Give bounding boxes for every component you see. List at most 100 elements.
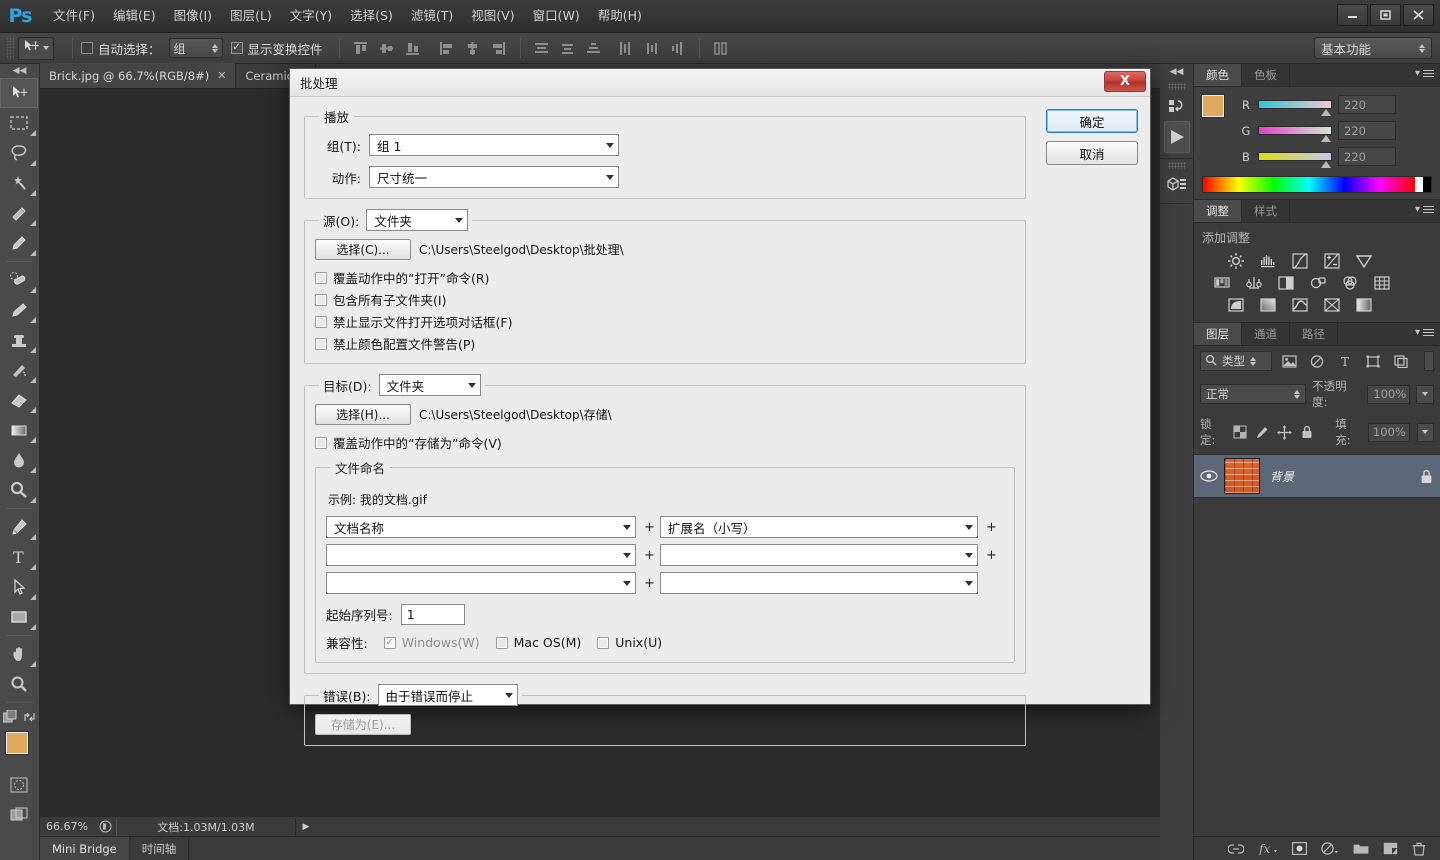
tab-color[interactable]: 颜色 xyxy=(1194,64,1242,86)
naming-dropdown-2a[interactable] xyxy=(326,544,636,566)
black-white-icon[interactable] xyxy=(1272,272,1300,294)
rail-grip[interactable] xyxy=(1168,83,1186,90)
filter-pixel-layers-icon[interactable] xyxy=(1278,351,1300,371)
eraser-tool[interactable] xyxy=(0,385,38,415)
color-panel-swatches[interactable] xyxy=(1201,94,1237,130)
exposure-icon[interactable] xyxy=(1318,250,1346,272)
align-bottom-edges-icon[interactable] xyxy=(400,37,426,59)
posterize-icon[interactable] xyxy=(1254,294,1282,316)
compat-checkbox-macos[interactable]: Mac OS(M) xyxy=(495,635,581,650)
menu-view[interactable]: 视图(V) xyxy=(462,4,523,28)
status-expand-icon[interactable]: ▶ xyxy=(296,822,316,832)
checkbox[interactable] xyxy=(315,293,327,306)
blend-mode-dropdown[interactable]: 正常 xyxy=(1200,384,1307,404)
checkbox[interactable] xyxy=(597,636,610,649)
rail-collapse-icon[interactable]: ◀◀ xyxy=(1160,64,1193,80)
action-dropdown[interactable]: 尺寸统一 xyxy=(369,166,619,188)
delete-icon[interactable] xyxy=(1412,842,1426,856)
foreground-color-swatch[interactable] xyxy=(5,731,29,755)
cancel-button[interactable]: 取消 xyxy=(1046,141,1138,165)
set-dropdown[interactable]: 组 1 xyxy=(369,134,619,156)
close-icon[interactable] xyxy=(1403,4,1434,26)
serial-input[interactable]: 1 xyxy=(400,604,465,625)
levels-icon[interactable] xyxy=(1254,250,1282,272)
dialog-close-button[interactable]: X xyxy=(1104,71,1146,92)
naming-dropdown-1b[interactable]: 扩展名（小写） xyxy=(660,516,978,538)
naming-dropdown-3b[interactable] xyxy=(660,572,978,594)
eyedropper-tool[interactable] xyxy=(0,228,38,258)
menu-window[interactable]: 窗口(W) xyxy=(524,4,589,28)
lock-position-icon[interactable] xyxy=(1276,424,1292,440)
healing-brush-tool[interactable] xyxy=(0,265,38,295)
source-checkbox-include-subfolders[interactable]: 包含所有子文件夹(I) xyxy=(315,290,1015,309)
zoom-level[interactable]: 66.67% xyxy=(40,820,94,833)
slider-knob-icon[interactable] xyxy=(1321,161,1331,168)
tab-timeline[interactable]: 时间轴 xyxy=(130,837,190,860)
tab-mini-bridge[interactable]: Mini Bridge xyxy=(40,837,130,860)
brightness-icon[interactable] xyxy=(1222,250,1250,272)
new-layer-icon[interactable] xyxy=(1383,842,1398,855)
quick-mask-swatch-icon[interactable] xyxy=(2,708,17,727)
selective-color-icon[interactable] xyxy=(1318,294,1346,316)
hue-ramp[interactable] xyxy=(1203,177,1415,192)
fill-value[interactable]: 100% xyxy=(1367,422,1410,442)
curves-icon[interactable] xyxy=(1286,250,1314,272)
threshold-icon[interactable] xyxy=(1286,294,1314,316)
layer-thumbnail[interactable] xyxy=(1224,458,1260,494)
folder-icon[interactable] xyxy=(1353,842,1369,855)
layer-filter-type-dropdown[interactable]: 类型 xyxy=(1200,351,1272,371)
ok-button[interactable]: 确定 xyxy=(1046,109,1138,133)
source-checkbox-suppress-color-warnings[interactable]: 禁止颜色配置文件警告(P) xyxy=(315,334,1015,353)
menu-file[interactable]: 文件(F) xyxy=(44,4,104,28)
source-choose-button[interactable]: 选择(C)... xyxy=(315,239,411,260)
3d-panel-icon[interactable] xyxy=(1160,172,1194,198)
tab-layers[interactable]: 图层 xyxy=(1194,323,1242,345)
options-bar-grip[interactable] xyxy=(6,37,14,59)
source-checkbox-suppress-open-dialogs[interactable]: 禁止显示文件打开选项对话框(F) xyxy=(315,312,1015,331)
color-panel-menu-button[interactable]: ▾ xyxy=(1415,68,1434,79)
layer-filter-toggle[interactable] xyxy=(1424,351,1434,371)
distribute-right-edges-icon[interactable] xyxy=(665,37,691,59)
mask-icon[interactable] xyxy=(1292,842,1307,855)
checkbox[interactable] xyxy=(315,337,327,350)
zoom-tool[interactable] xyxy=(0,669,38,699)
menu-edit[interactable]: 编辑(E) xyxy=(104,4,165,28)
checkbox[interactable] xyxy=(315,436,327,449)
tab-channels[interactable]: 通道 xyxy=(1242,323,1290,345)
fill-dropdown-icon[interactable] xyxy=(1416,422,1434,442)
close-icon[interactable]: ✕ xyxy=(217,69,226,82)
color-swatches[interactable] xyxy=(0,730,39,770)
source-dropdown[interactable]: 文件夹 xyxy=(366,209,469,231)
channel-value-r[interactable]: 220 xyxy=(1338,95,1396,114)
fx-icon[interactable]: fx xyxy=(1258,842,1278,855)
align-right-edges-icon[interactable] xyxy=(486,37,512,59)
tab-styles[interactable]: 样式 xyxy=(1242,200,1290,222)
gradient-tool[interactable] xyxy=(0,415,38,445)
actions-play-icon[interactable] xyxy=(1164,121,1190,153)
menu-type[interactable]: 文字(Y) xyxy=(281,4,341,28)
history-brush-tool[interactable] xyxy=(0,355,38,385)
align-left-edges-icon[interactable] xyxy=(434,37,460,59)
distribute-vertical-centers-icon[interactable] xyxy=(555,37,581,59)
color-lookup-icon[interactable] xyxy=(1368,272,1396,294)
adjustments-panel-menu-button[interactable]: ▾ xyxy=(1415,204,1434,215)
tab-paths[interactable]: 路径 xyxy=(1290,323,1338,345)
screen-mode-button[interactable] xyxy=(0,800,38,830)
menu-filter[interactable]: 滤镜(T) xyxy=(402,4,462,28)
channel-mixer-icon[interactable] xyxy=(1336,272,1364,294)
quick-mask-mode-button[interactable] xyxy=(0,770,38,800)
document-tab-brick[interactable]: Brick.jpg @ 66.7%(RGB/8#) ✕ xyxy=(40,63,237,88)
clone-stamp-tool[interactable] xyxy=(0,325,38,355)
type-tool[interactable]: T xyxy=(0,542,38,572)
hand-tool[interactable] xyxy=(0,639,38,669)
link-icon[interactable] xyxy=(1228,843,1244,855)
compat-checkbox-unix[interactable]: Unix(U) xyxy=(597,635,662,650)
lock-transparency-icon[interactable] xyxy=(1233,424,1248,440)
show-transform-checkbox[interactable]: ✓ xyxy=(230,42,243,54)
channel-slider-g[interactable] xyxy=(1258,126,1332,142)
naming-dropdown-1a[interactable]: 文档名称 xyxy=(326,516,636,538)
checkbox[interactable] xyxy=(315,271,327,284)
opacity-dropdown-icon[interactable] xyxy=(1416,384,1434,404)
layer-name[interactable]: 背景 xyxy=(1270,468,1412,485)
eye-icon[interactable] xyxy=(1194,470,1224,482)
